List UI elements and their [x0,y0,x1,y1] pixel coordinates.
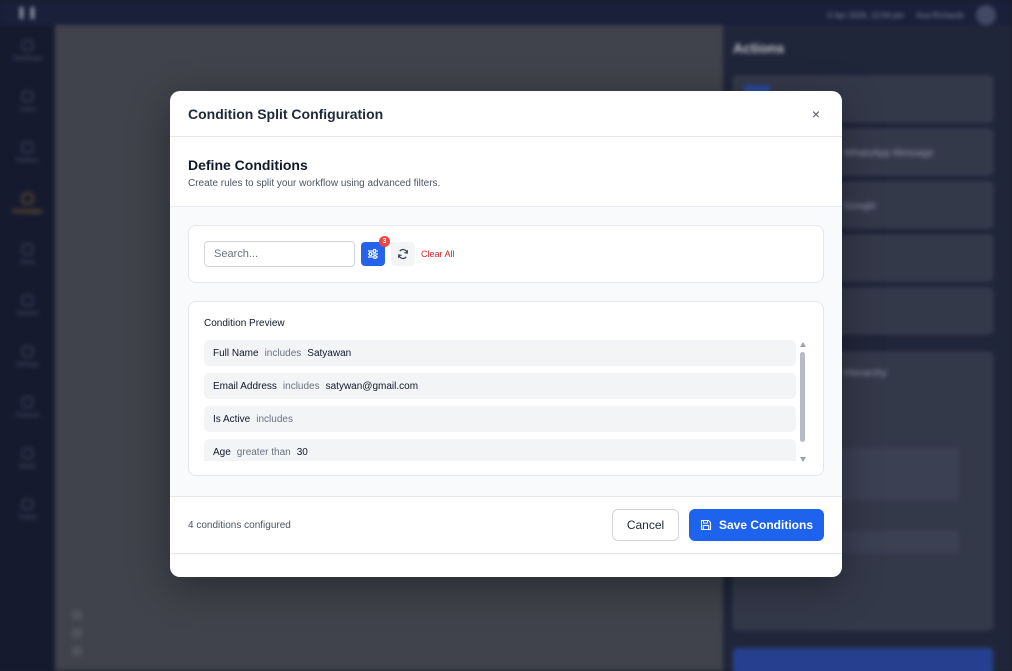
modal-title: Condition Split Configuration [188,105,384,122]
condition-value: satywan@gmail.com [325,380,419,392]
condition-row[interactable]: Full Name includes Satyawan [204,340,796,366]
condition-value: Satyawan [307,347,352,359]
condition-field: Email Address [213,380,277,392]
save-label: Save Conditions [718,518,813,532]
footer-actions: Cancel Save Conditions [612,509,824,541]
condition-operator: greater than [236,446,291,458]
scroll-down-icon[interactable] [800,457,806,462]
refresh-button[interactable] [391,242,415,266]
filter-bar: 3 Clear All [188,225,824,283]
refresh-icon [398,248,408,260]
clear-all-button[interactable]: Clear All [421,249,455,259]
intro-section: Define Conditions Create rules to split … [170,137,842,207]
section-description: Create rules to split your workflow usin… [188,178,441,189]
modal-body: 3 Clear All Condition Preview Full Name … [170,207,842,496]
condition-row[interactable]: Email Address includes satywan@gmail.com [204,373,796,399]
condition-field: Age [213,446,231,458]
condition-count: 4 conditions configured [188,519,291,531]
condition-operator: includes [264,347,302,359]
scroll-up-icon[interactable] [800,342,806,347]
condition-split-modal: Condition Split Configuration × Define C… [170,91,842,577]
condition-preview: Condition Preview Full Name includes Sat… [188,301,824,476]
condition-operator: includes [282,380,320,392]
cancel-label: Cancel [626,518,665,532]
preview-title: Condition Preview [204,318,285,329]
condition-field: Full Name [213,347,259,359]
close-icon[interactable]: × [808,106,824,122]
modal-header: Condition Split Configuration × [170,91,842,137]
condition-row[interactable]: Is Active includes [204,406,796,432]
scrollbar[interactable] [800,342,806,462]
scrollbar-thumb[interactable] [800,352,805,442]
filter-count-badge: 3 [379,236,390,247]
section-heading: Define Conditions [188,157,308,173]
save-conditions-button[interactable]: Save Conditions [689,509,824,541]
modal-footer: 4 conditions configured Cancel Save Cond… [170,496,842,554]
condition-field: Is Active [213,413,251,425]
condition-row[interactable]: Age greater than 30 [204,439,796,461]
sliders-icon [368,249,378,259]
condition-value: 30 [296,446,308,458]
cancel-button[interactable]: Cancel [612,509,679,541]
floppy-disk-icon [700,519,712,531]
condition-operator: includes [256,413,293,425]
condition-list[interactable]: Full Name includes Satyawan Email Addres… [204,340,796,461]
filter-button[interactable]: 3 [361,236,390,266]
search-input[interactable] [204,241,355,267]
